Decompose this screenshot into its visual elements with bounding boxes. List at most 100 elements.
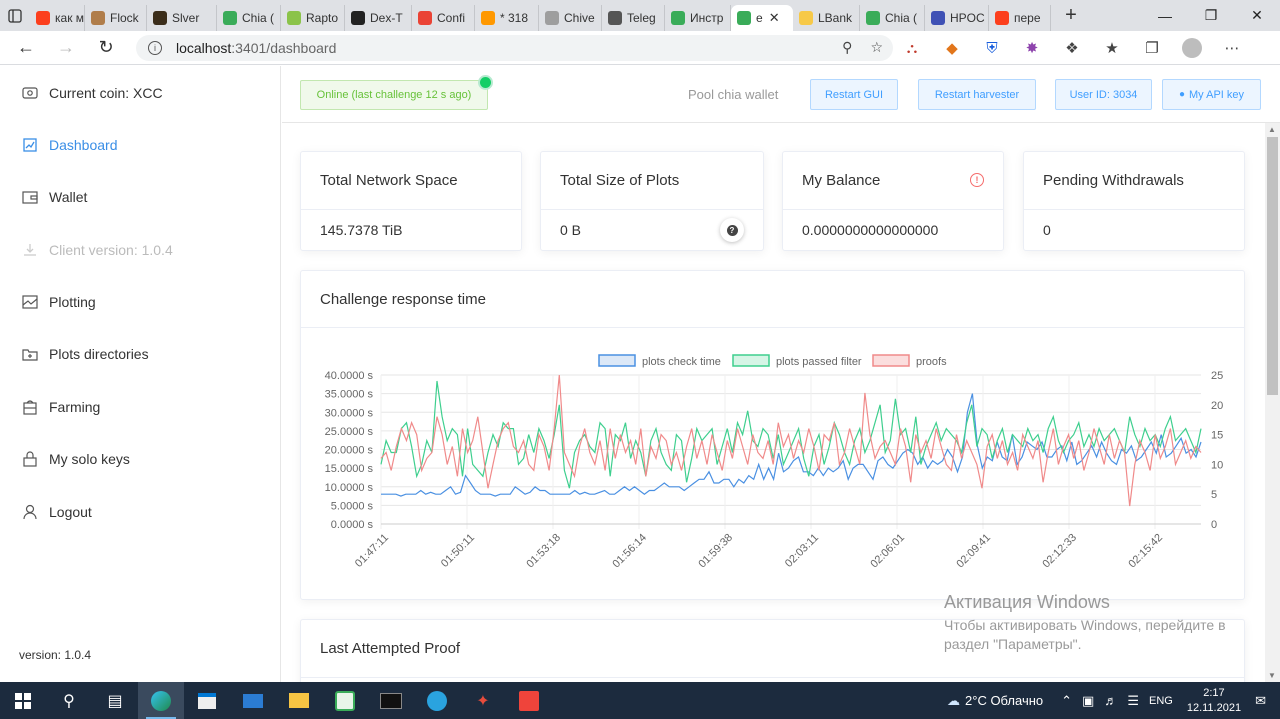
y-right-tick-label: 15 xyxy=(1211,430,1223,442)
stat-card-network-space: Total Network Space 145.7378 TiB xyxy=(300,151,522,251)
weather-icon[interactable]: ☁ xyxy=(947,693,960,709)
shield-extension-icon[interactable]: ⛬ xyxy=(900,36,924,60)
mail-icon[interactable] xyxy=(230,682,276,719)
maximize-icon[interactable]: ❐ xyxy=(1188,0,1234,31)
browser-tab[interactable]: Confi xyxy=(412,5,475,31)
stat-value: 0.0000000000000000 xyxy=(802,222,939,238)
sidebar-item-dashboard[interactable]: Dashboard xyxy=(22,133,118,157)
browser-tab[interactable]: * 318 xyxy=(475,5,539,31)
browser-tab[interactable]: Flock xyxy=(85,5,147,31)
restart-gui-button[interactable]: Restart GUI xyxy=(810,79,898,110)
url-path: :3401/dashboard xyxy=(231,40,337,56)
sidebar-item-logout[interactable]: Logout xyxy=(22,500,92,524)
back-icon[interactable]: ← xyxy=(6,31,46,65)
chia-app-icon[interactable] xyxy=(322,682,368,719)
sidebar-item-label: Wallet xyxy=(49,189,88,205)
y-right-tick-label: 25 xyxy=(1211,370,1223,382)
anydesk-icon[interactable] xyxy=(506,682,552,719)
x-tick-label: 01:53:18 xyxy=(524,532,563,571)
stat-title-row: My Balance ! xyxy=(783,152,1003,210)
reload-icon[interactable]: ↻ xyxy=(86,31,126,65)
tray-app-icon[interactable]: ▣ xyxy=(1082,693,1094,709)
extension-purple-icon[interactable]: ✸ xyxy=(1020,36,1044,60)
restart-harvester-button[interactable]: Restart harvester xyxy=(918,79,1036,110)
task-view-icon[interactable]: ▤ xyxy=(92,682,138,719)
tray-chevron-icon[interactable]: ⌃ xyxy=(1061,693,1072,709)
more-icon[interactable]: ⋯ xyxy=(1220,36,1244,60)
favorite-add-icon[interactable]: ☆ xyxy=(870,39,883,56)
sidebar-item-current-coin-xcc[interactable]: Current coin: XCC xyxy=(22,81,163,105)
close-window-icon[interactable]: ✕ xyxy=(1234,0,1280,31)
browser-tab[interactable]: Chia ( xyxy=(217,5,281,31)
telegram-icon[interactable] xyxy=(414,682,460,719)
sidebar-item-plotting[interactable]: Plotting xyxy=(22,290,96,314)
network-icon[interactable]: ☰ xyxy=(1127,693,1139,709)
browser-tab[interactable]: Chia ( xyxy=(860,5,925,31)
weather-text[interactable]: 2°C Облачно xyxy=(965,693,1043,708)
browser-tab[interactable]: Инстр xyxy=(665,5,731,31)
app-version: version: 1.0.4 xyxy=(19,648,92,662)
search-icon[interactable]: ⚲ xyxy=(46,682,92,719)
tab-favicon-icon xyxy=(36,11,50,25)
browser-tab[interactable]: HPOC xyxy=(925,5,989,31)
tab-label: Dex-T xyxy=(370,11,403,25)
stat-title: Total Network Space xyxy=(301,152,521,210)
key-icon[interactable]: ⚲ xyxy=(842,39,852,56)
browser-tab[interactable]: Chive xyxy=(539,5,602,31)
forward-icon[interactable]: → xyxy=(46,31,86,65)
tab-favicon-icon xyxy=(287,11,301,25)
app-red-icon[interactable]: ✦ xyxy=(460,682,506,719)
browser-tab[interactable]: пере xyxy=(989,5,1051,31)
tab-favicon-icon xyxy=(608,11,622,25)
edge-taskbar-icon[interactable] xyxy=(138,682,184,719)
scrollbar-thumb[interactable] xyxy=(1267,137,1278,395)
online-indicator-dot xyxy=(480,77,491,88)
scroll-up-icon[interactable]: ▲ xyxy=(1268,125,1276,134)
clock[interactable]: 2:17 12.11.2021 xyxy=(1187,686,1241,716)
api-key-button[interactable]: ● My API key xyxy=(1162,79,1261,110)
series-line-plots-passed-filter xyxy=(380,380,1202,489)
favorites-icon[interactable]: ★ xyxy=(1100,36,1124,60)
browser-tab[interactable]: Slver xyxy=(147,5,217,31)
browser-tab[interactable]: LBank xyxy=(793,5,860,31)
browser-tab[interactable]: e ✕ xyxy=(731,5,793,31)
start-icon[interactable] xyxy=(0,682,46,719)
notifications-icon[interactable]: ✉ xyxy=(1255,693,1266,709)
metamask-icon[interactable]: ◆ xyxy=(940,36,964,60)
sidebar-item-plots-directories[interactable]: Plots directories xyxy=(22,342,149,366)
page-scrollbar[interactable]: ▲ ▼ xyxy=(1265,123,1280,682)
tab-actions-icon[interactable] xyxy=(0,0,30,31)
help-icon[interactable]: ? xyxy=(720,218,744,242)
info-icon[interactable]: i xyxy=(148,41,162,55)
y-left-tick-label: 0.0000 s xyxy=(331,519,374,531)
new-tab-button[interactable]: + xyxy=(1057,4,1085,27)
tab-favicon-icon xyxy=(91,11,105,25)
minimize-icon[interactable]: — xyxy=(1142,0,1188,31)
profile-avatar[interactable] xyxy=(1180,36,1204,60)
browser-tab[interactable]: как м xyxy=(30,5,85,31)
browser-tab[interactable]: Dex-T xyxy=(345,5,412,31)
store-icon[interactable] xyxy=(184,682,230,719)
explorer-icon[interactable] xyxy=(276,682,322,719)
x-tick-label: 02:03:11 xyxy=(783,532,821,570)
bitwarden-icon[interactable]: ⛨ xyxy=(980,36,1004,60)
y-right-tick-label: 5 xyxy=(1211,489,1217,501)
chart-icon xyxy=(22,137,38,153)
x-tick-label: 01:47:11 xyxy=(353,532,391,570)
close-tab-icon[interactable]: ✕ xyxy=(769,10,780,26)
sidebar-item-wallet[interactable]: Wallet xyxy=(22,185,87,209)
sidebar-item-farming[interactable]: Farming xyxy=(22,395,100,419)
browser-tab[interactable]: Teleg xyxy=(602,5,665,31)
volume-icon[interactable]: ♬ xyxy=(1104,693,1117,708)
collections-icon[interactable]: ❐ xyxy=(1140,36,1164,60)
language-indicator[interactable]: ENG xyxy=(1149,695,1173,707)
browser-tab[interactable]: Rapto xyxy=(281,5,345,31)
tab-label: Teleg xyxy=(627,11,656,25)
sidebar-item-my-solo-keys[interactable]: My solo keys xyxy=(22,447,130,471)
warning-icon[interactable]: ! xyxy=(970,173,984,187)
terminal-icon[interactable] xyxy=(368,682,414,719)
scroll-down-icon[interactable]: ▼ xyxy=(1268,671,1276,680)
url-input[interactable]: i localhost:3401/dashboard ⚲ ☆ xyxy=(136,35,893,61)
puzzle-icon[interactable]: ❖ xyxy=(1060,36,1084,60)
user-id-button[interactable]: User ID: 3034 xyxy=(1055,79,1152,110)
